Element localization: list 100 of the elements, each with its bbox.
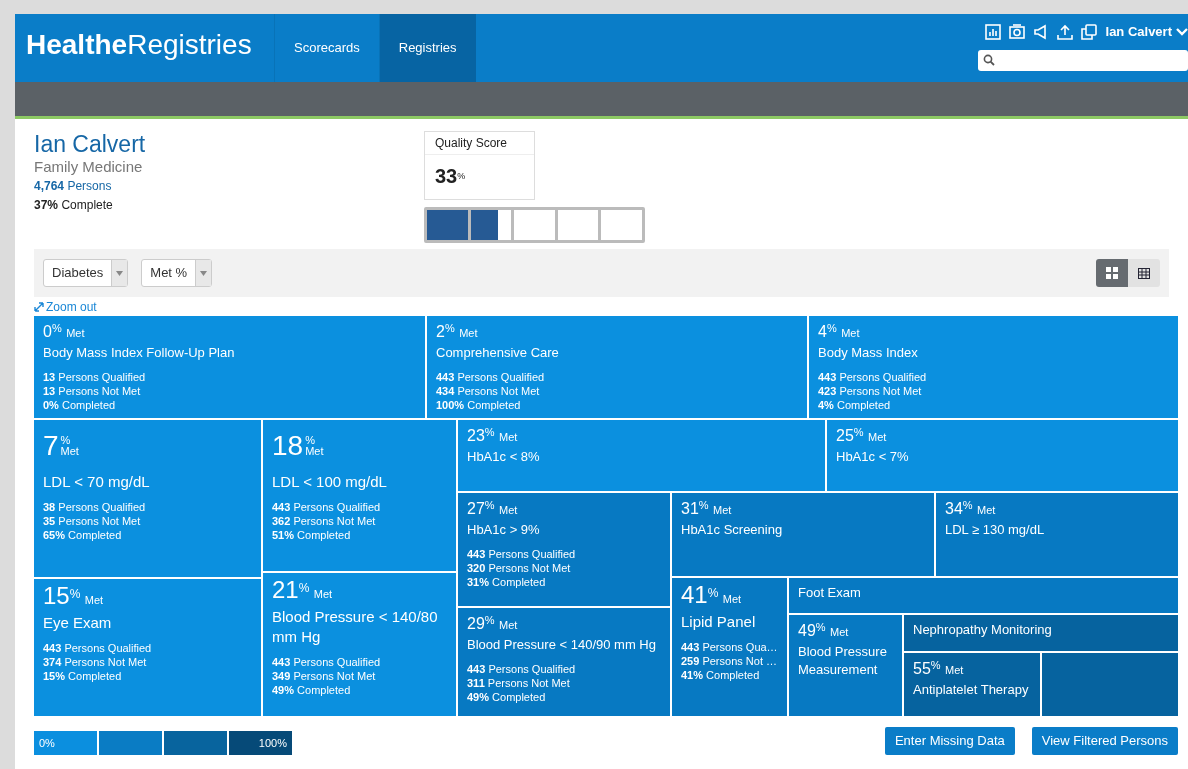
- measure-title: HbA1c < 8%: [467, 448, 541, 466]
- tile-stat: 49% Completed: [467, 690, 547, 704]
- met-percent: 25$^{%}$ Met: [836, 424, 888, 446]
- measure-title: Blood Pressure < 140/80 mm Hg: [272, 607, 439, 647]
- zoom-out-link[interactable]: Zoom out: [34, 297, 97, 316]
- caret-icon: [200, 270, 208, 276]
- filter-dropdown[interactable]: Diabetes: [43, 259, 129, 287]
- app-logo: HealtheRegistries: [25, 28, 253, 62]
- action-button[interactable]: Enter Missing Data: [884, 727, 1015, 755]
- tile-stat: 443 Persons Qualified: [467, 547, 577, 561]
- measure-title: Comprehensive Care: [436, 344, 560, 362]
- treemap-tile[interactable]: 41$^{%}$ Met Lipid Panel 443 Persons Qua… 259 Persons Not … 41% Completed: [672, 578, 787, 716]
- measure-title: Lipid Panel: [681, 612, 757, 632]
- tile-stat: 15% Completed: [43, 669, 123, 683]
- chevron-down-icon: [1176, 27, 1188, 36]
- tile-stat: 100% Completed: [436, 398, 522, 412]
- tile-stat: 443 Persons Qualified: [467, 662, 577, 676]
- treemap-tile[interactable]: 2$^{%}$ Met Comprehensive Care 443 Persons Qualified 434 Persons Not Met 100% Completed: [427, 316, 807, 418]
- measure-title: HbA1c Screening: [681, 521, 784, 539]
- tile-stat: 443 Persons Qua…: [681, 640, 778, 654]
- measure-title: HbA1c > 9%: [467, 521, 541, 539]
- nav-tab[interactable]: Registries: [378, 14, 476, 82]
- treemap-tile[interactable]: Nephropathy Monitoring: [904, 615, 1178, 651]
- measure-title: Eye Exam: [43, 613, 113, 633]
- completion-text: 37% Complete: [34, 197, 114, 214]
- bar-chart-icon[interactable]: [983, 22, 1002, 41]
- treemap-tile[interactable]: 27$^{%}$ Met HbA1c > 9% 443 Persons Qualified 320 Persons Not Met 31% Completed: [458, 493, 670, 606]
- table-icon: [1138, 267, 1150, 279]
- measure-title: LDL < 70 mg/dL: [43, 472, 151, 492]
- treemap-tile[interactable]: 29$^{%}$ Met Blood Pressure < 140/90 mm Hg 443 Persons Qualified 311 Persons Not Met 49% Completed: [458, 608, 670, 716]
- tile-stat: 35 Persons Not Met: [43, 514, 142, 528]
- tile-stat: 38 Persons Qualified: [43, 500, 147, 514]
- tile-stat: 443 Persons Qualified: [272, 500, 382, 514]
- treemap-tile[interactable]: 0$^{%}$ Met Body Mass Index Follow-Up Plan 13 Persons Qualified 13 Persons Not Met 0% Completed: [34, 316, 425, 418]
- met-percent: 23$^{%}$ Met: [467, 424, 519, 446]
- measure-title: LDL < 100 mg/dL: [272, 472, 388, 492]
- met-percent: 41$^{%}$ Met: [681, 582, 743, 610]
- tile-stat: 423 Persons Not Met: [818, 384, 923, 398]
- provider-name: Ian Calvert: [34, 131, 147, 157]
- treemap-tile[interactable]: 23$^{%}$ Met HbA1c < 8%: [458, 420, 825, 491]
- legend-swatch: 0%: [34, 731, 97, 755]
- met-percent: 55$^{%}$ Met: [913, 657, 965, 679]
- tile-stat: 311 Persons Not Met: [467, 676, 571, 690]
- measure-title: Blood Pressure Measurement: [798, 643, 888, 679]
- treemap-tile[interactable]: 15$^{%}$ Met Eye Exam 443 Persons Qualified 374 Persons Not Met 15% Completed: [34, 579, 261, 716]
- view-toggle[interactable]: [1096, 259, 1128, 287]
- measure-title: Body Mass Index Follow-Up Plan: [43, 344, 236, 362]
- grid-icon: [1106, 267, 1118, 279]
- treemap-tile[interactable]: 21$^{%}$ Met Blood Pressure < 140/80 mm Hg 443 Persons Qualified 349 Persons Not Met 49% Completed: [263, 573, 456, 716]
- tile-stat: 31% Completed: [467, 575, 547, 589]
- met-percent: 29$^{%}$ Met: [467, 612, 519, 634]
- met-percent: 2$^{%}$ Met: [436, 320, 479, 342]
- tile-stat: 13 Persons Not Met: [43, 384, 142, 398]
- treemap-tile[interactable]: 55$^{%}$ Met Antiplatelet Therapy: [904, 653, 1040, 716]
- provider-specialty: Family Medicine: [34, 157, 144, 177]
- tile-stat: 13 Persons Qualified: [43, 370, 147, 384]
- met-percent: 21$^{%}$ Met: [272, 577, 334, 605]
- tile-stat: 259 Persons Not …: [681, 654, 778, 668]
- treemap-tile[interactable]: 31$^{%}$ Met HbA1c Screening: [672, 493, 934, 576]
- met-percent: 31$^{%}$ Met: [681, 497, 733, 519]
- treemap-tile[interactable]: 34$^{%}$ Met LDL ≥ 130 mg/dL: [936, 493, 1178, 576]
- tile-stat: 443 Persons Qualified: [43, 641, 153, 655]
- tile-stat: 320 Persons Not Met: [467, 561, 572, 575]
- measure-title: Foot Exam: [798, 584, 862, 602]
- treemap-tile[interactable]: Foot Exam: [789, 578, 1178, 613]
- tile-stat: 51% Completed: [272, 528, 352, 542]
- legend-swatch: 100%: [229, 731, 292, 755]
- tile-stat: 4% Completed: [818, 398, 892, 412]
- upload-icon[interactable]: [1055, 22, 1074, 41]
- treemap-tile[interactable]: 4$^{%}$ Met Body Mass Index 443 Persons Qualified 423 Persons Not Met 4% Completed: [809, 316, 1178, 418]
- user-menu[interactable]: Ian Calvert: [1105, 22, 1188, 42]
- met-percent: 4$^{%}$ Met: [818, 320, 861, 342]
- tile-stat: 49% Completed: [272, 683, 352, 697]
- caret-icon: [116, 270, 124, 276]
- tile-stat: 349 Persons Not Met: [272, 669, 377, 683]
- filter-dropdown[interactable]: Met %: [141, 259, 213, 287]
- copy-icon[interactable]: [1079, 22, 1098, 41]
- treemap-tile[interactable]: 25$^{%}$ Met HbA1c < 7%: [827, 420, 1178, 491]
- treemap-tile[interactable]: 49$^{%}$ Met Blood Pressure Measurement: [789, 615, 902, 716]
- persons-count: 4,764 Persons: [34, 178, 113, 195]
- tile-stat: 65% Completed: [43, 528, 123, 542]
- tile-stat: 434 Persons Not Met: [436, 384, 541, 398]
- met-percent: 15$^{%}$ Met: [43, 583, 105, 611]
- tile-stat: 374 Persons Not Met: [43, 655, 148, 669]
- measure-title: Antiplatelet Therapy: [913, 681, 1030, 699]
- tile-stat: 443 Persons Qualified: [436, 370, 546, 384]
- measure-title: Nephropathy Monitoring: [913, 621, 1053, 639]
- camera-icon[interactable]: [1007, 22, 1026, 41]
- view-toggle[interactable]: [1128, 259, 1160, 287]
- tile-stat: 41% Completed: [681, 668, 761, 682]
- measure-title: LDL ≥ 130 mg/dL: [945, 521, 1046, 539]
- met-percent: 49$^{%}$ Met: [798, 619, 850, 641]
- treemap-tile[interactable]: [1042, 653, 1178, 716]
- measure-title: Body Mass Index: [818, 344, 919, 362]
- action-button[interactable]: View Filtered Persons: [1031, 727, 1178, 755]
- tile-stat: 362 Persons Not Met: [272, 514, 377, 528]
- met-percent: 27$^{%}$ Met: [467, 497, 519, 519]
- search-field[interactable]: [978, 49, 1188, 71]
- met-percent: 34$^{%}$ Met: [945, 497, 997, 519]
- tile-stat: 0% Completed: [43, 398, 117, 412]
